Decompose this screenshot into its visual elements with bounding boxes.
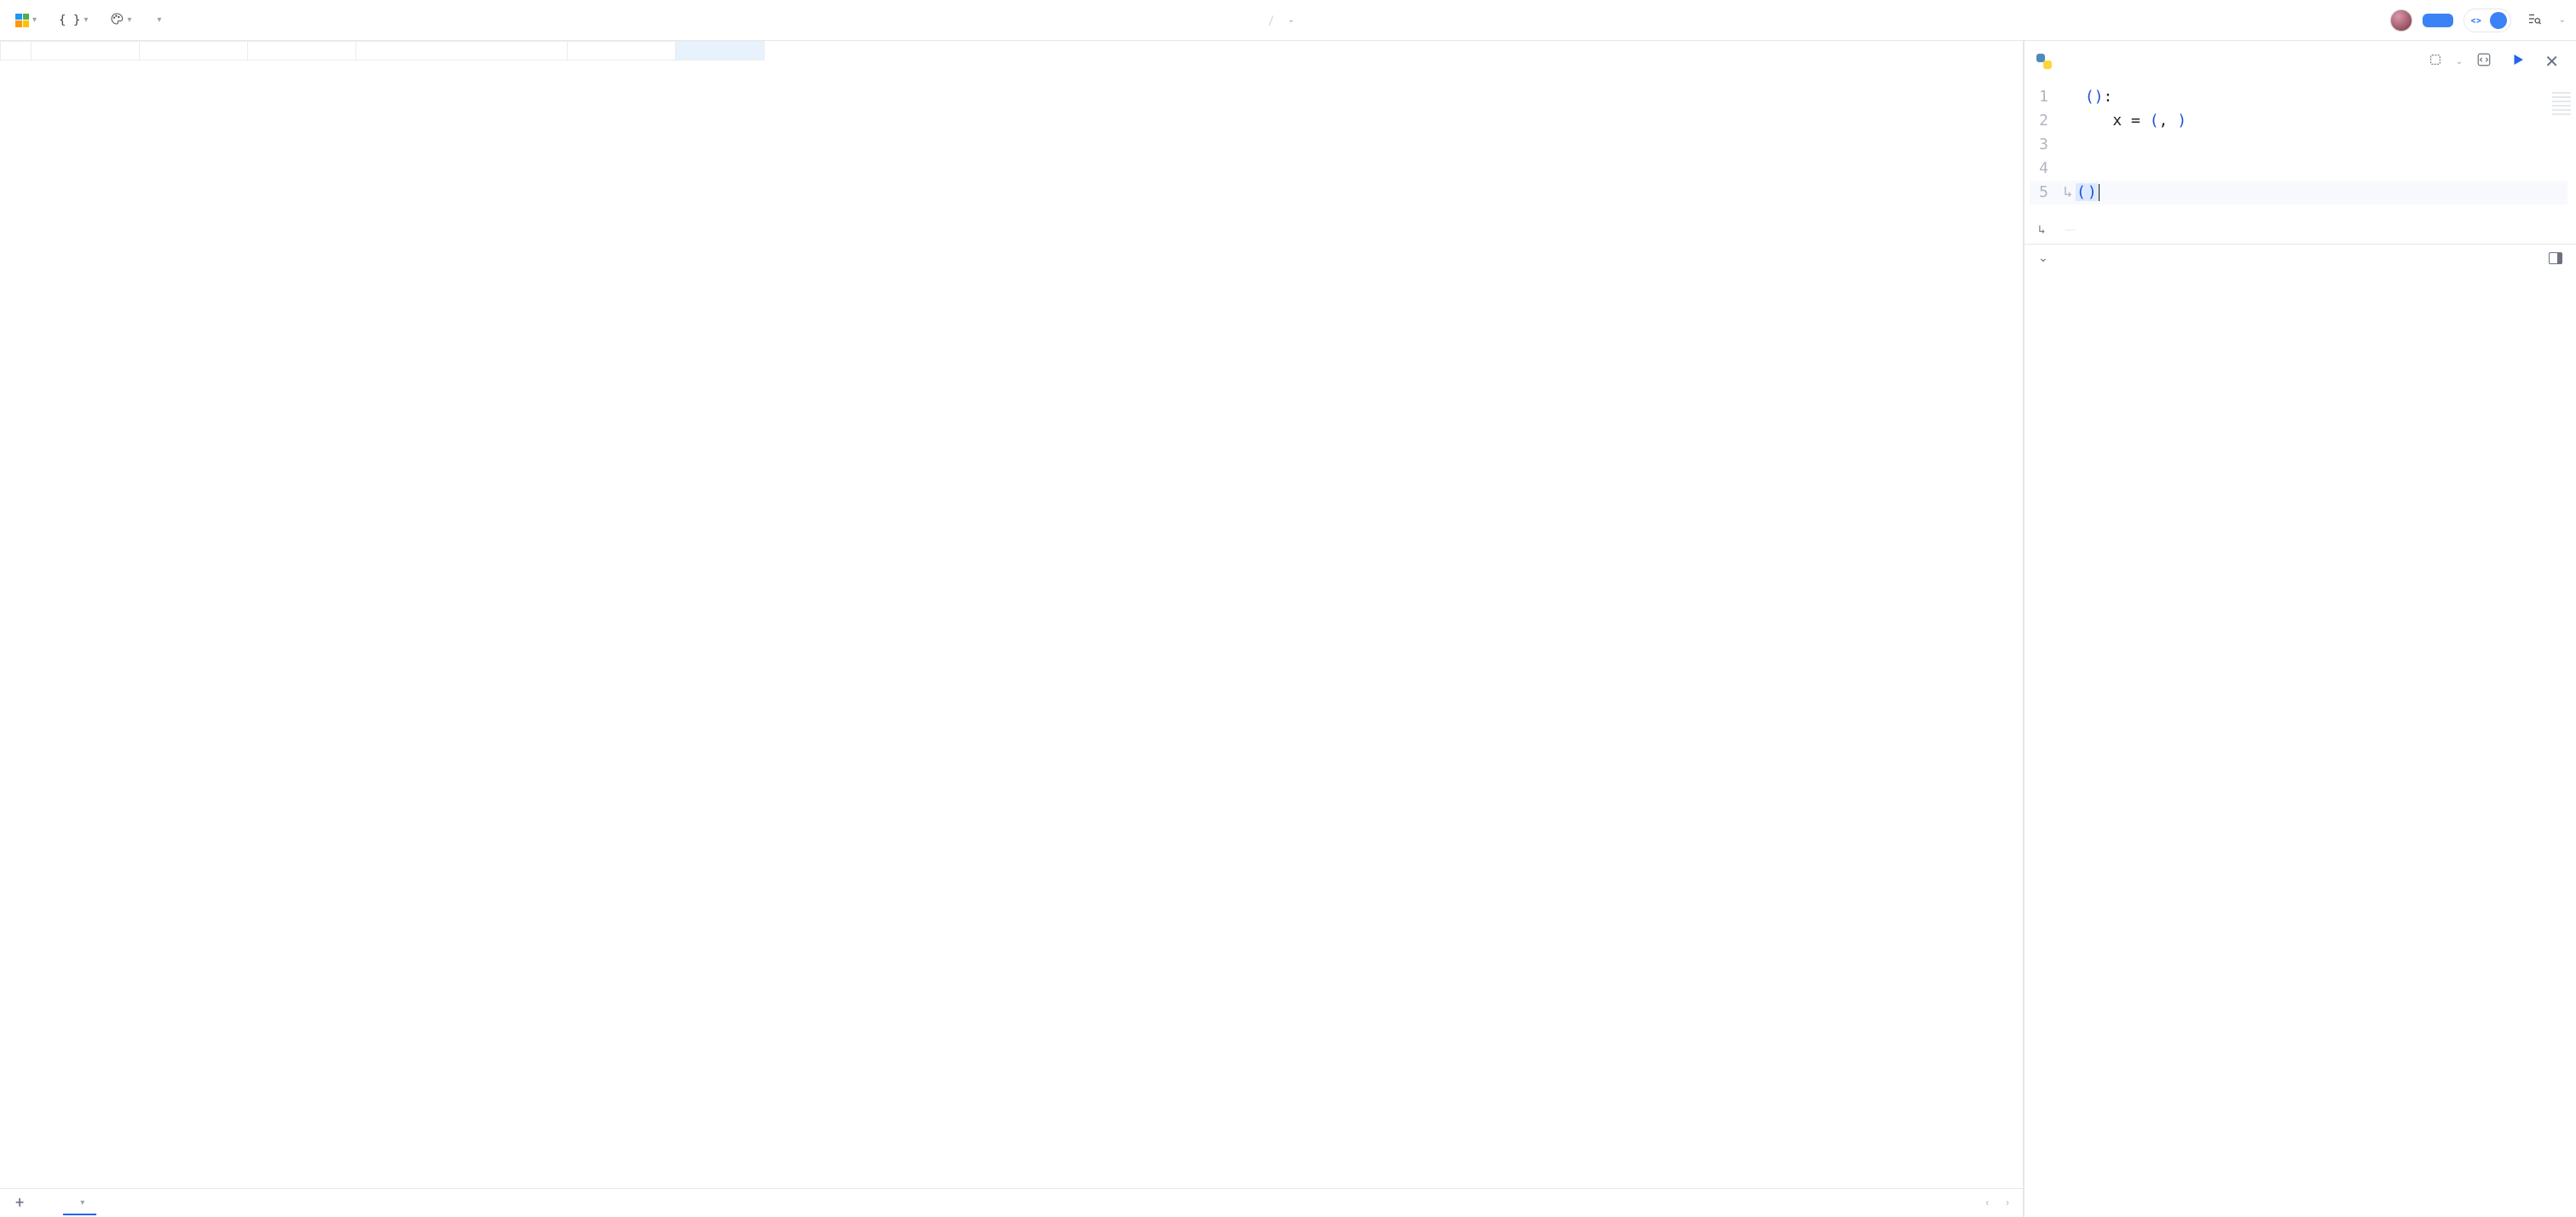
color-picker-button[interactable]: ▾ bbox=[105, 9, 136, 32]
toolbar-left: ▾ { } ▾ ▾ ▾ bbox=[10, 9, 166, 32]
col-header-4[interactable] bbox=[356, 42, 568, 61]
col-header-6[interactable] bbox=[676, 42, 765, 61]
number-format-button[interactable]: ▾ bbox=[148, 12, 166, 28]
col-header-1[interactable] bbox=[32, 42, 140, 61]
toolbar-right: <> ⌄ bbox=[2390, 8, 2566, 33]
console-output bbox=[2024, 265, 2576, 1217]
python-icon bbox=[2036, 54, 2052, 69]
code-mode-button[interactable]: { } ▾ bbox=[54, 10, 93, 31]
col-header-3[interactable] bbox=[248, 42, 356, 61]
sheet-tabs-bar: + ▾ ‹ › bbox=[0, 1188, 2023, 1217]
console-tabs: ⌄ bbox=[2024, 245, 2576, 265]
find-button[interactable] bbox=[2521, 8, 2547, 33]
chevron-down-icon: ▾ bbox=[127, 15, 131, 25]
chevron-down-icon[interactable]: ⌄ bbox=[2456, 57, 2463, 66]
next-sheet-button[interactable]: › bbox=[1999, 1197, 2016, 1209]
code-editor[interactable]: 1 (): 2 x = (, ) 3 4 5↳() bbox=[2024, 82, 2576, 216]
top-toolbar: ▾ { } ▾ ▾ ▾ / ⌄ bbox=[0, 0, 2576, 41]
code-panel-header: ⌄ ✕ bbox=[2024, 41, 2576, 82]
collapse-console-button[interactable]: ⌄ bbox=[2038, 251, 2052, 265]
breadcrumb: / ⌄ bbox=[173, 13, 2383, 28]
close-panel-button[interactable]: ✕ bbox=[2539, 48, 2564, 75]
app-root: ▾ { } ▾ ▾ ▾ / ⌄ bbox=[0, 0, 2576, 1217]
prev-sheet-button[interactable]: ‹ bbox=[1978, 1197, 1996, 1209]
main-split: + ▾ ‹ › ⌄ bbox=[0, 41, 2576, 1217]
palette-icon bbox=[110, 12, 124, 29]
spreadsheet-grid[interactable] bbox=[0, 41, 765, 61]
panel-layout-icon[interactable] bbox=[2549, 252, 2562, 264]
breadcrumb-separator: / bbox=[1268, 13, 1274, 28]
search-list-icon bbox=[2527, 11, 2542, 30]
code-toggle-icon: <> bbox=[2471, 14, 2481, 26]
return-status: ↳ bbox=[2024, 216, 2576, 245]
chevron-down-icon: ▾ bbox=[157, 15, 161, 25]
snippet-button[interactable] bbox=[2423, 49, 2447, 73]
sheet-tab-2[interactable]: ▾ bbox=[63, 1191, 96, 1215]
chevron-down-icon: ▾ bbox=[84, 15, 88, 25]
col-header-5[interactable] bbox=[568, 42, 676, 61]
avatar[interactable] bbox=[2390, 9, 2412, 32]
braces-icon: { } bbox=[59, 14, 80, 27]
app-logo-icon bbox=[15, 14, 29, 27]
run-button[interactable] bbox=[2505, 49, 2531, 74]
chevron-down-icon: ⌄ bbox=[2559, 15, 2566, 25]
code-toggle[interactable]: <> bbox=[2463, 9, 2511, 32]
sheet-tab-1[interactable] bbox=[36, 1198, 60, 1208]
share-button[interactable] bbox=[2423, 14, 2453, 27]
chevron-down-icon[interactable]: ⌄ bbox=[1287, 15, 1294, 25]
return-type-pill bbox=[2065, 229, 2076, 231]
corner-cell[interactable] bbox=[1, 42, 32, 61]
chevron-down-icon: ▾ bbox=[80, 1198, 84, 1208]
code-panel: ⌄ ✕ 1 (): 2 x = (, ) 3 4 5↳() ↳ bbox=[2024, 41, 2576, 1217]
minimap[interactable] bbox=[2552, 92, 2571, 118]
spreadsheet-area: + ▾ ‹ › bbox=[0, 41, 2024, 1217]
chevron-down-icon: ▾ bbox=[32, 15, 37, 25]
zoom-dropdown[interactable]: ⌄ bbox=[2557, 15, 2566, 25]
col-header-2[interactable] bbox=[140, 42, 248, 61]
app-menu-button[interactable]: ▾ bbox=[10, 10, 42, 31]
return-arrow-icon: ↳ bbox=[2038, 223, 2045, 237]
insert-code-button[interactable] bbox=[2471, 49, 2497, 74]
add-sheet-button[interactable]: + bbox=[7, 1194, 32, 1212]
text-cursor bbox=[2099, 184, 2100, 201]
grid-scroll[interactable] bbox=[0, 41, 2023, 1188]
toggle-knob bbox=[2490, 12, 2507, 29]
